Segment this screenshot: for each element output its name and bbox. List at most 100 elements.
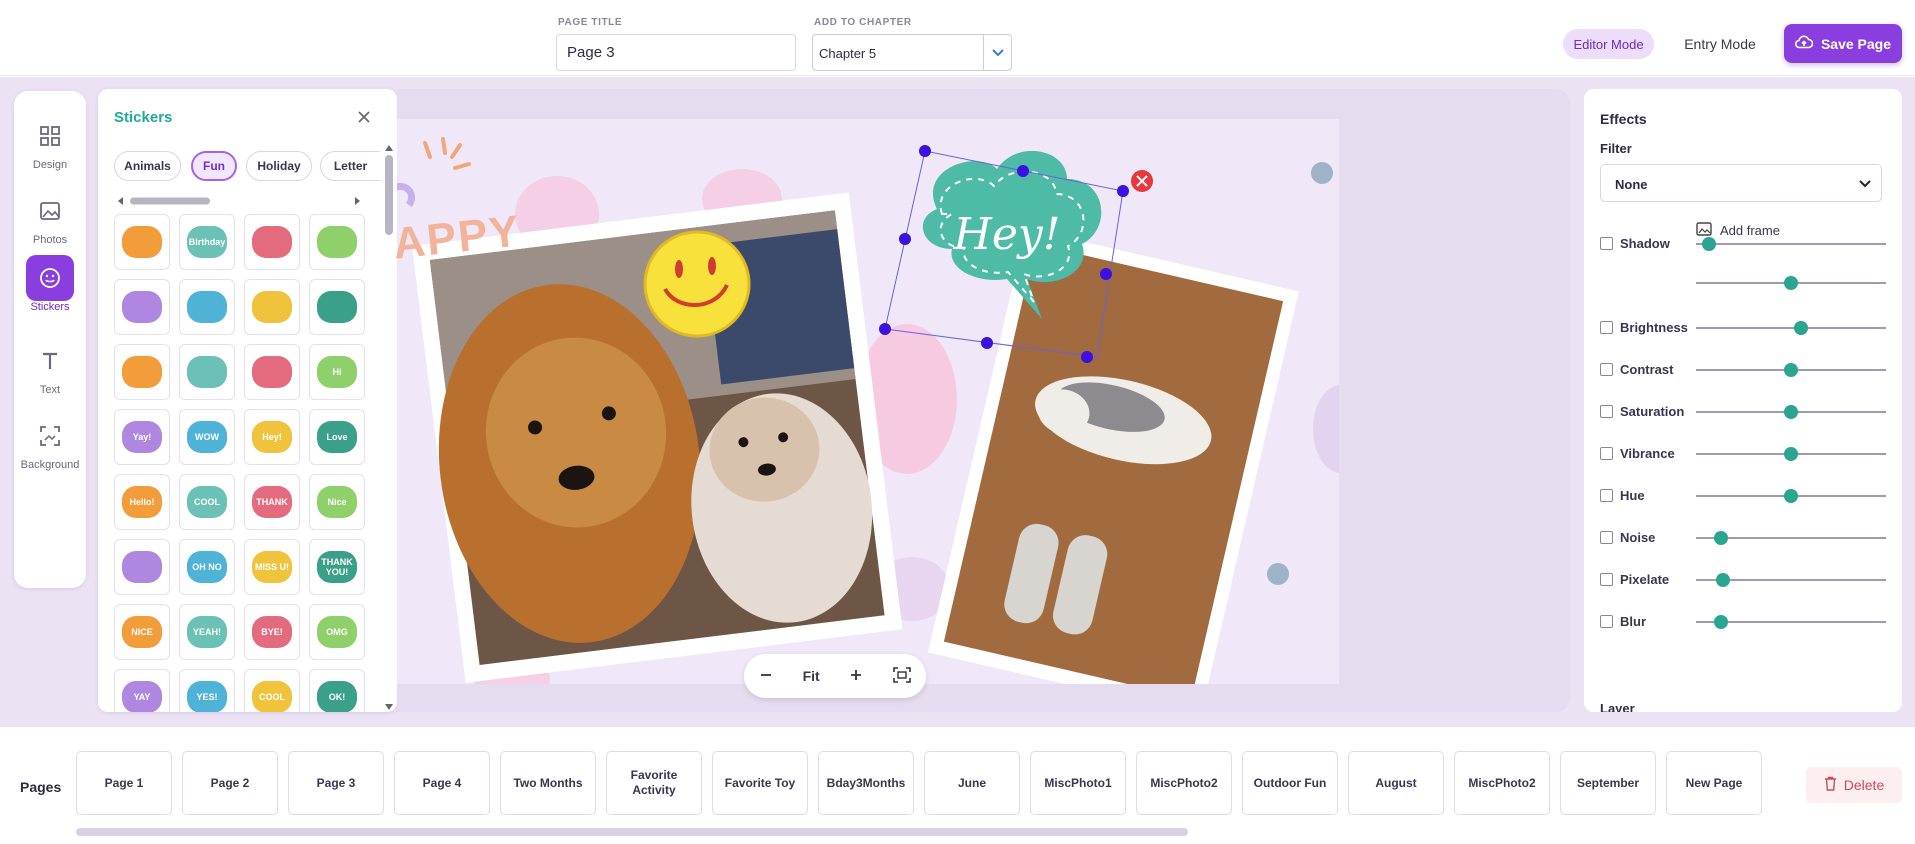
effect-slider-track[interactable] [1696,327,1886,329]
speech-bubble-sticker[interactable]: COOL [179,474,235,530]
page-thumbnail[interactable]: Favorite Activity [606,751,702,815]
smiley-sticker[interactable] [643,230,751,338]
chevron-down-icon[interactable] [983,35,1011,70]
speech-bubble-sticker[interactable]: Hello! [114,474,170,530]
page-thumbnail[interactable]: MiscPhoto2 [1136,751,1232,815]
page-thumbnail[interactable]: June [924,751,1020,815]
rail-item-design[interactable]: Design [14,113,86,183]
black-bone-sticker[interactable] [179,344,235,400]
resize-handle[interactable] [1117,185,1129,197]
resize-handle[interactable] [879,323,891,335]
effect-slider-thumb[interactable] [1784,489,1798,503]
effect-slider-thumb[interactable] [1702,237,1717,251]
zoom-out-icon[interactable] [759,668,773,685]
speech-bubble-sticker[interactable]: Hi [309,344,365,400]
effect-slider-thumb[interactable] [1713,531,1728,545]
effect-slider-thumb[interactable] [1713,615,1728,629]
save-page-button[interactable]: Save Page [1784,24,1902,63]
speech-bubble-sticker[interactable]: MISS U! [244,539,300,595]
delete-page-button[interactable]: Delete [1806,767,1902,803]
speech-bubble-sticker[interactable]: NICE [114,604,170,660]
speech-bubble-sticker[interactable]: Love [309,409,365,465]
effect-checkbox[interactable] [1600,405,1613,418]
page-thumbnail[interactable]: Page 4 [394,751,490,815]
page-thumbnail[interactable]: New Page [1666,751,1762,815]
tab-letter[interactable]: Letter [320,151,380,181]
speech-bubble-sticker[interactable]: OMG [309,604,365,660]
speech-bubble-sticker[interactable]: OH NO [179,539,235,595]
page-thumbnail[interactable]: Bday3Months [818,751,914,815]
birthday-sticker[interactable]: Birthday [179,214,235,270]
close-icon[interactable] [356,109,376,129]
effect-slider-thumb[interactable] [1784,405,1798,419]
rail-item-photos[interactable]: Photos [14,188,86,258]
effect-checkbox[interactable] [1600,363,1613,376]
canvas-page[interactable]: Hey! APPY [391,119,1339,684]
zoom-fit-button[interactable]: Fit [803,668,820,684]
rail-item-background[interactable]: Background [14,413,86,483]
red-bowl-sticker[interactable] [244,344,300,400]
filter-select[interactable]: None [1600,164,1882,202]
zoom-in-icon[interactable] [849,668,863,685]
page-title-input[interactable] [556,34,796,71]
rail-item-text[interactable]: Text [14,338,86,408]
resize-handle[interactable] [919,145,931,157]
effect-slider-thumb[interactable] [1784,447,1798,461]
editor-mode-button[interactable]: Editor Mode [1563,29,1654,59]
effect-checkbox[interactable] [1600,321,1613,334]
rail-item-stickers[interactable]: Stickers [14,255,86,325]
speech-bubble-sticker[interactable] [114,539,170,595]
happy-text-sticker[interactable] [397,137,471,207]
resize-handle[interactable] [981,337,993,349]
resize-handle[interactable] [1081,351,1093,363]
resize-handle[interactable] [1017,165,1029,177]
speech-bubble-sticker[interactable]: Nice [309,474,365,530]
page-thumbnail[interactable]: MiscPhoto1 [1030,751,1126,815]
entry-mode-button[interactable]: Entry Mode [1670,29,1770,59]
speech-bubble-sticker[interactable]: THANK YOU! [309,539,365,595]
effect-checkbox[interactable] [1600,489,1613,502]
page-thumbnail[interactable]: Outdoor Fun [1242,751,1338,815]
tab-fun[interactable]: Fun [191,151,237,181]
effect-slider-thumb[interactable] [1793,321,1808,335]
paw-badge-sticker[interactable] [114,344,170,400]
effect-checkbox[interactable] [1600,573,1613,586]
chapter-select[interactable]: Chapter 5 [812,34,1012,71]
speech-bubble-sticker[interactable]: WOW [179,409,235,465]
starfish-sticker[interactable] [114,279,170,335]
resize-handle[interactable] [899,233,911,245]
resize-handle[interactable] [1100,268,1112,280]
effect-checkbox[interactable] [1600,531,1613,544]
effect-checkbox[interactable] [1600,615,1613,628]
effect-slider-thumb[interactable] [1784,363,1798,377]
cat-photo[interactable] [928,228,1299,684]
page-thumbnail[interactable]: Page 3 [288,751,384,815]
effect-slider-track[interactable] [1696,243,1886,245]
effect-checkbox[interactable] [1600,237,1613,250]
page-thumbnail[interactable]: MiscPhoto2 [1454,751,1550,815]
speech-bubble-sticker[interactable]: Hey! [244,409,300,465]
effect-slider-thumb[interactable] [1784,276,1798,290]
page-thumbnail[interactable]: Favorite Toy [712,751,808,815]
bone-sticker[interactable] [309,279,365,335]
page-thumbnail[interactable]: Page 1 [76,751,172,815]
page-thumbnail[interactable]: September [1560,751,1656,815]
shell-sticker[interactable] [179,279,235,335]
pages-scrollbar[interactable] [76,828,1188,836]
paw-prints-sticker[interactable] [244,279,300,335]
speech-bubble-sticker[interactable]: OK! [309,669,365,712]
speech-bubble-sticker[interactable]: YAY [114,669,170,712]
tab-holiday[interactable]: Holiday [246,151,312,181]
car-sticker[interactable] [114,214,170,270]
page-thumbnail[interactable]: August [1348,751,1444,815]
cat-face-sticker[interactable] [309,214,365,270]
speech-bubble-sticker[interactable]: COOL [244,669,300,712]
page-thumbnail[interactable]: Page 2 [182,751,278,815]
speech-bubble-sticker[interactable]: BYE! [244,604,300,660]
speech-bubble-sticker[interactable]: YES! [179,669,235,712]
speech-bubble-sticker[interactable]: Yay! [114,409,170,465]
sticker-tabs-scrollbar[interactable] [118,193,360,205]
speech-bubble-sticker[interactable]: THANK [244,474,300,530]
effect-checkbox[interactable] [1600,447,1613,460]
page-thumbnail[interactable]: Two Months [500,751,596,815]
